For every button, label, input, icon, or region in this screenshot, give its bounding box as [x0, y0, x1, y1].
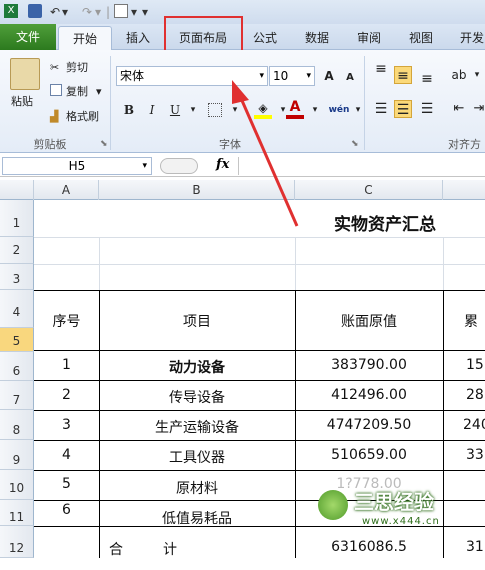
- annotation-arrow-icon: [232, 80, 299, 227]
- watermark-url: www.x444.cn: [362, 516, 440, 527]
- watermark-brand: 三思经验: [354, 490, 434, 514]
- watermark-logo-icon: [318, 490, 348, 520]
- watermark: 三思经验 www.x444.cn: [318, 486, 485, 532]
